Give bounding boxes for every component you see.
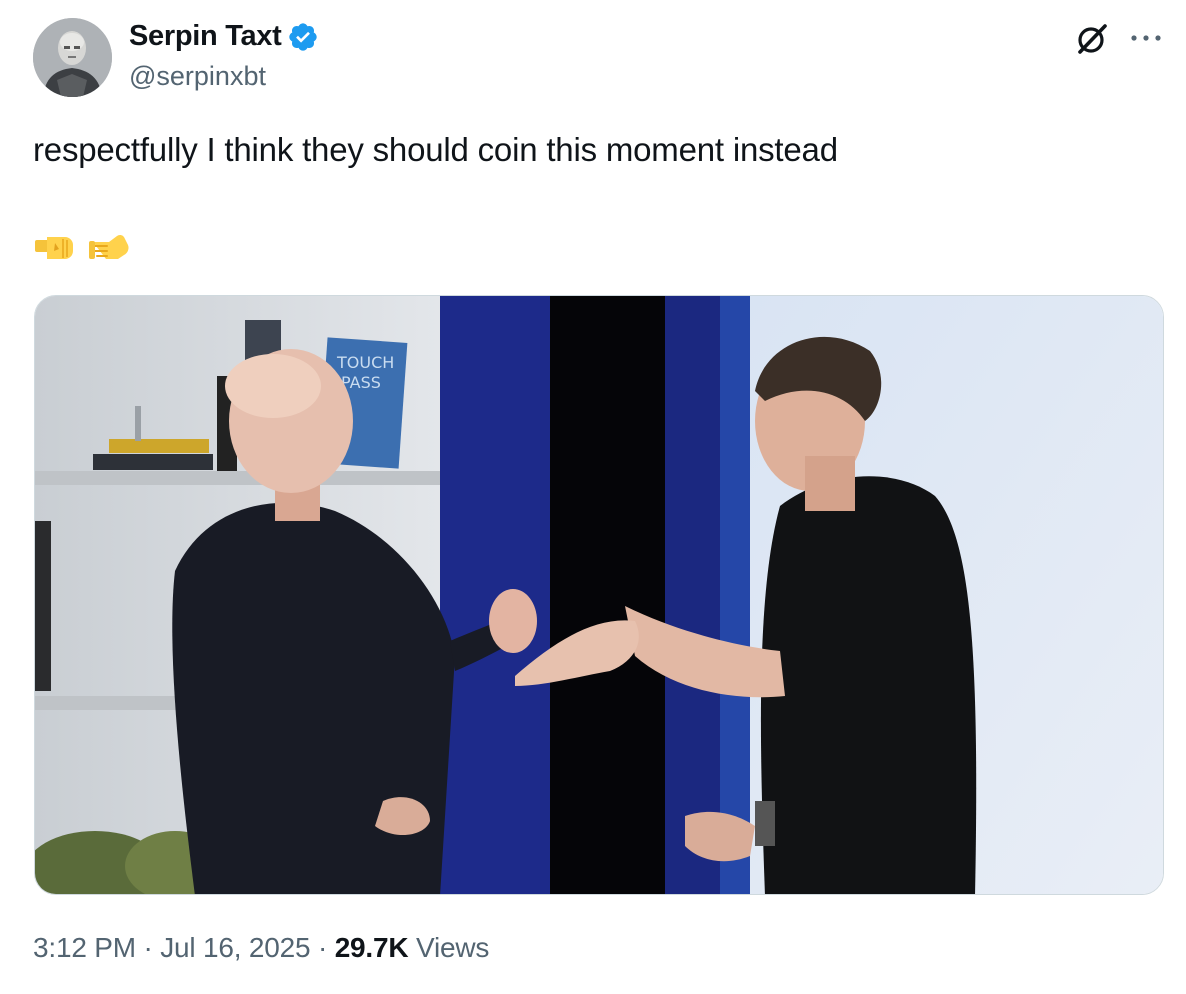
grok-icon[interactable] xyxy=(1075,22,1109,56)
tweet-date[interactable]: Jul 16, 2025 xyxy=(160,932,310,963)
views-count[interactable]: 29.7K xyxy=(335,932,409,963)
author-display-name[interactable]: Serpin Taxt xyxy=(129,20,282,53)
views-label[interactable]: Views xyxy=(416,932,489,963)
fist-bump-left-emoji-icon xyxy=(35,237,73,259)
svg-text:TOUCH: TOUCH xyxy=(336,353,394,372)
meta-separator: · xyxy=(317,932,328,963)
avatar[interactable] xyxy=(33,18,112,97)
author-name-row[interactable]: Serpin Taxt xyxy=(129,20,319,53)
verified-badge-icon xyxy=(289,22,318,51)
tweet-media-photo[interactable]: TOUCH PASS xyxy=(34,295,1164,895)
tweet-meta-row: 3:12 PM · Jul 16, 2025 · 29.7K Views xyxy=(33,932,489,964)
emoji-row xyxy=(33,228,133,266)
handshake-right-emoji-icon xyxy=(89,235,129,259)
more-icon[interactable] xyxy=(1129,28,1163,48)
photo-two-men-handshake-icon: TOUCH PASS xyxy=(35,296,1163,894)
tweet-time[interactable]: 3:12 PM xyxy=(33,932,136,963)
tweet-text: respectfully I think they should coin th… xyxy=(33,131,838,168)
svg-text:PASS: PASS xyxy=(341,373,381,392)
meta-separator: · xyxy=(143,932,153,963)
author-handle[interactable]: @serpinxbt xyxy=(129,61,266,92)
avatar-portrait-icon xyxy=(33,18,112,97)
